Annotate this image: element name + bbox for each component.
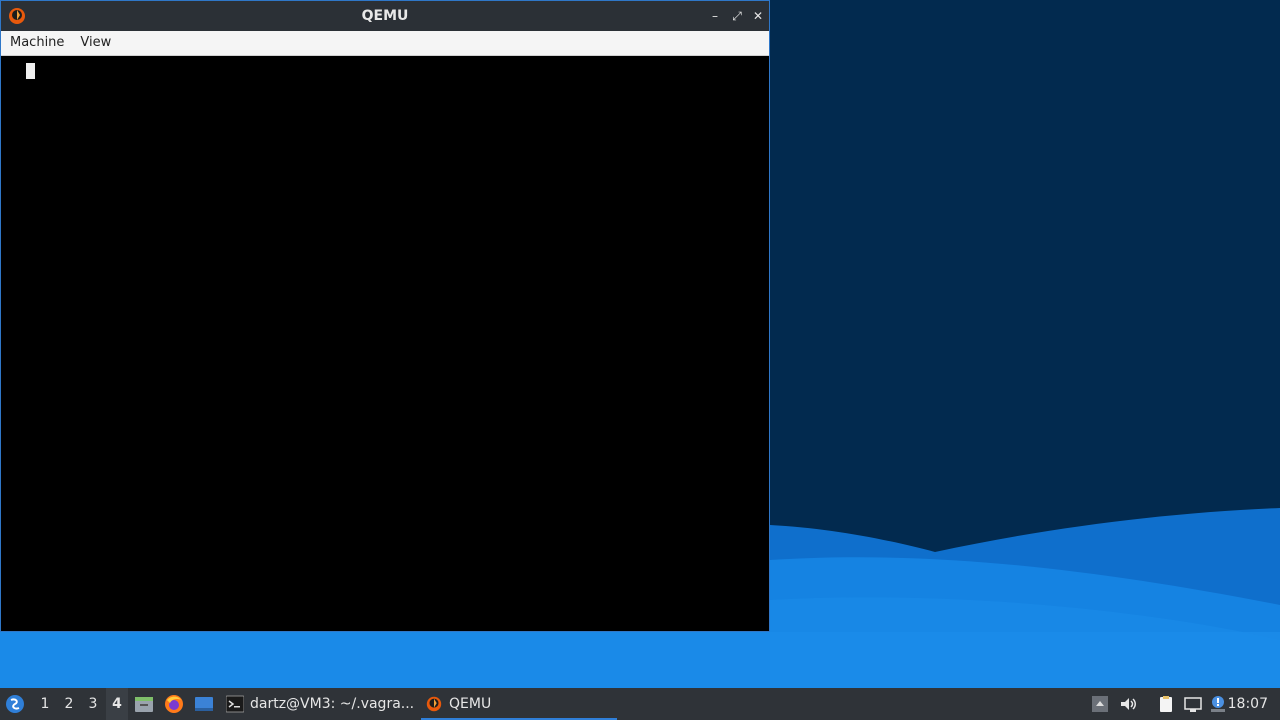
- firefox-icon[interactable]: [164, 694, 184, 714]
- task-qemu-label: QEMU: [449, 696, 492, 712]
- task-terminal-label: dartz@VM3: ~/.vagra...: [250, 696, 415, 712]
- desktop-1-button[interactable]: 1: [34, 688, 56, 720]
- minimize-icon[interactable]: –: [707, 8, 723, 24]
- close-icon[interactable]: ✕: [750, 8, 766, 24]
- qemu-window[interactable]: QEMU – ⤢ ✕ Machine View: [0, 0, 770, 632]
- vm-console[interactable]: [1, 56, 769, 631]
- qemu-logo-icon: [426, 696, 442, 712]
- taskbar: 1 2 3 4 dartz@VM3: ~/.vagra... QEMU 18:0…: [0, 688, 1280, 720]
- window-titlebar[interactable]: QEMU – ⤢ ✕: [1, 1, 769, 31]
- tray-expand-icon[interactable]: [1091, 695, 1109, 713]
- terminal-icon: [226, 695, 244, 713]
- menubar: Machine View: [1, 31, 769, 56]
- desktop-2-button[interactable]: 2: [58, 688, 80, 720]
- notification-icon[interactable]: [1209, 695, 1227, 713]
- show-desktop-icon[interactable]: [194, 694, 214, 714]
- task-terminal[interactable]: dartz@VM3: ~/.vagra...: [222, 688, 418, 720]
- menu-machine[interactable]: Machine: [2, 31, 72, 55]
- task-qemu[interactable]: QEMU: [421, 688, 617, 720]
- start-menu-icon[interactable]: [4, 693, 26, 715]
- menu-view[interactable]: View: [72, 31, 119, 55]
- maximize-icon[interactable]: ⤢: [729, 8, 745, 24]
- window-title: QEMU: [361, 8, 409, 24]
- volume-icon[interactable]: [1119, 695, 1137, 713]
- desktop-4-button[interactable]: 4: [106, 688, 128, 720]
- text-cursor: [26, 63, 35, 79]
- desktop-3-button[interactable]: 3: [82, 688, 104, 720]
- clipboard-icon[interactable]: [1157, 695, 1175, 713]
- clock[interactable]: 18:07: [1228, 688, 1268, 720]
- file-manager-icon[interactable]: [134, 694, 154, 714]
- network-icon[interactable]: [1184, 695, 1202, 713]
